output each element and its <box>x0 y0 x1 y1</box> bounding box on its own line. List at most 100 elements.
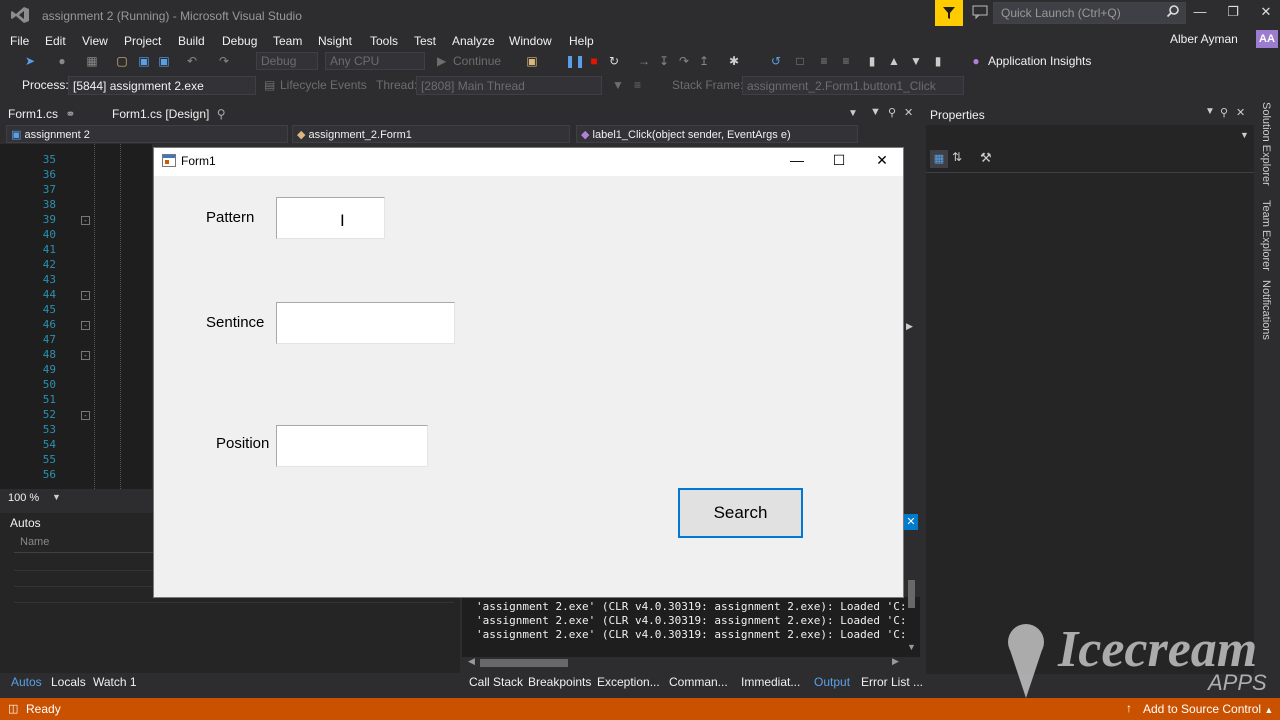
categorized-icon[interactable]: ▦ <box>930 150 948 168</box>
prev-bookmark-icon[interactable]: ▲ <box>886 53 902 69</box>
thread-select[interactable]: [2808] Main Thread <box>416 76 602 95</box>
properties-object-dropdown-icon[interactable]: ▼ <box>1240 130 1249 140</box>
menu-file[interactable]: File <box>10 31 29 51</box>
feedback-icon[interactable] <box>972 5 988 21</box>
menu-view[interactable]: View <box>82 31 108 51</box>
clear-bookmarks-icon[interactable]: ▮ <box>930 53 946 69</box>
form-minimize-icon[interactable]: — <box>782 152 812 170</box>
sentence-input[interactable] <box>276 302 455 344</box>
form-close-icon[interactable]: ✕ <box>867 152 897 170</box>
save-all-icon[interactable]: ▣ <box>156 53 172 69</box>
save-icon[interactable]: ▣ <box>136 53 152 69</box>
tab-exception-settings[interactable]: Exception... <box>597 675 660 689</box>
bookmark-icon[interactable]: ▮ <box>864 53 880 69</box>
menu-help[interactable]: Help <box>569 31 594 51</box>
quick-launch-input[interactable] <box>993 2 1186 24</box>
platform-select[interactable]: Any CPU <box>325 52 425 70</box>
close-icon[interactable]: ✕ <box>1252 4 1280 22</box>
filter-icon[interactable] <box>935 0 963 26</box>
tab-locals[interactable]: Locals <box>51 675 86 689</box>
properties-dropdown-icon[interactable]: ▼ <box>1205 106 1215 117</box>
user-avatar[interactable]: AA <box>1256 30 1278 48</box>
restore-icon[interactable]: ❐ <box>1219 4 1247 22</box>
menu-debug[interactable]: Debug <box>222 31 257 51</box>
application-insights-button[interactable]: Application Insights <box>988 54 1091 68</box>
tab-form1-design[interactable]: Form1.cs [Design] ⚲ <box>106 104 232 124</box>
tab-form1-cs[interactable]: Form1.cs ⚭ <box>2 104 102 124</box>
menu-test[interactable]: Test <box>414 31 436 51</box>
breakpoints-icon[interactable]: □ <box>792 53 808 69</box>
close-properties-icon[interactable]: ✕ <box>1236 106 1245 119</box>
pin-window-icon[interactable]: ⚲ <box>888 106 896 119</box>
menu-window[interactable]: Window <box>509 31 552 51</box>
collapse-icon[interactable]: - <box>81 411 90 420</box>
close-panel-icon[interactable]: ✕ <box>904 514 918 530</box>
menu-edit[interactable]: Edit <box>45 31 66 51</box>
minimize-icon[interactable]: — <box>1186 4 1214 22</box>
tab-immediate-window[interactable]: Immediat... <box>741 675 800 689</box>
code-editor[interactable]: 35 36 37 38 39 - 40 41 42 43 44 - 45 46 - 47 48 - 49 50 51 52… <box>0 144 152 489</box>
tab-command-window[interactable]: Comman... <box>669 675 728 689</box>
tab-breakpoints[interactable]: Breakpoints <box>528 675 591 689</box>
pin-properties-icon[interactable]: ⚲ <box>1220 106 1228 119</box>
close-document-icon[interactable]: ✕ <box>904 106 913 119</box>
side-tab-solution-explorer[interactable]: Solution Explorer <box>1258 102 1272 186</box>
scroll-right-icon[interactable]: ▶ <box>892 656 899 667</box>
side-tab-team-explorer[interactable]: Team Explorer <box>1258 200 1272 271</box>
pin-icon[interactable]: ⚭ <box>65 107 75 121</box>
step-over-icon[interactable]: ↷ <box>676 53 692 69</box>
uncomment-icon[interactable]: ≡ <box>838 53 854 69</box>
alphabetical-icon[interactable]: ⇅ <box>952 150 962 164</box>
open-folder-icon[interactable]: ▢ <box>114 53 130 69</box>
redo-icon[interactable]: ↷ <box>216 53 232 69</box>
menu-tools[interactable]: Tools <box>370 31 398 51</box>
lifecycle-events-button[interactable]: Lifecycle Events <box>280 78 367 92</box>
tab-autos[interactable]: Autos <box>11 675 42 689</box>
chevron-down-icon[interactable]: ▼ <box>52 492 61 502</box>
pause-icon[interactable]: ❚❚ <box>565 53 585 69</box>
process-select[interactable]: [5844] assignment 2.exe <box>68 76 256 95</box>
form-maximize-icon[interactable]: ☐ <box>824 152 854 170</box>
thread-filter-icon[interactable]: ≡ <box>634 78 641 92</box>
step-out-icon[interactable]: ↥ <box>696 53 712 69</box>
add-to-source-control-button[interactable]: Add to Source Control ▲ <box>1143 702 1273 716</box>
user-name[interactable]: Alber Ayman <box>1170 32 1238 46</box>
tab-output[interactable]: Output <box>814 675 850 689</box>
expand-arrow-icon[interactable]: ▶ <box>906 321 913 332</box>
tab-call-stack[interactable]: Call Stack <box>469 675 523 689</box>
member-select[interactable]: ◆ label1_Click(object sender, EventArgs … <box>576 125 858 143</box>
property-pages-icon[interactable]: ⚒ <box>980 150 992 166</box>
show-next-statement-icon[interactable]: → <box>636 53 652 69</box>
collapse-icon[interactable]: - <box>81 321 90 330</box>
collapse-icon[interactable]: - <box>81 291 90 300</box>
vertical-scrollbar-thumb[interactable] <box>908 580 915 608</box>
lifecycle-events-icon[interactable]: ▤ <box>264 78 275 92</box>
menu-analyze[interactable]: Analyze <box>452 31 495 51</box>
collapse-icon[interactable]: - <box>81 351 90 360</box>
menu-nsight[interactable]: Nsight <box>318 31 352 51</box>
tab-error-list[interactable]: Error List ... <box>861 675 923 689</box>
class-select[interactable]: ◆ assignment_2.Form1 <box>292 125 570 143</box>
step-into-icon[interactable]: ↧ <box>656 53 672 69</box>
collapse-icon[interactable]: - <box>81 216 90 225</box>
next-bookmark-icon[interactable]: ▼ <box>908 53 924 69</box>
search-icon[interactable] <box>1166 4 1180 21</box>
comment-icon[interactable]: ≡ <box>816 53 832 69</box>
stop-icon[interactable]: ■ <box>586 53 602 69</box>
horizontal-scrollbar-thumb[interactable] <box>480 659 568 667</box>
position-input[interactable] <box>276 425 428 467</box>
hex-display-icon[interactable]: ✱ <box>726 53 742 69</box>
undo-icon[interactable]: ↶ <box>184 53 200 69</box>
float-icon[interactable]: ▼ <box>870 106 881 118</box>
continue-icon[interactable]: ▶ <box>437 54 446 68</box>
restart-icon[interactable]: ↻ <box>606 53 622 69</box>
autos-column-name[interactable]: Name <box>20 536 49 548</box>
project-select[interactable]: ▣ assignment 2 <box>6 125 288 143</box>
new-project-icon[interactable]: ▦ <box>84 53 100 69</box>
scroll-down-icon[interactable]: ▼ <box>907 642 916 652</box>
zoom-select[interactable]: 100 % ▼ <box>0 489 152 507</box>
menu-team[interactable]: Team <box>273 31 302 51</box>
side-tab-notifications[interactable]: Notifications <box>1258 280 1272 340</box>
stack-frame-select[interactable]: assignment_2.Form1.button1_Click <box>742 76 964 95</box>
pattern-input[interactable] <box>276 197 385 239</box>
